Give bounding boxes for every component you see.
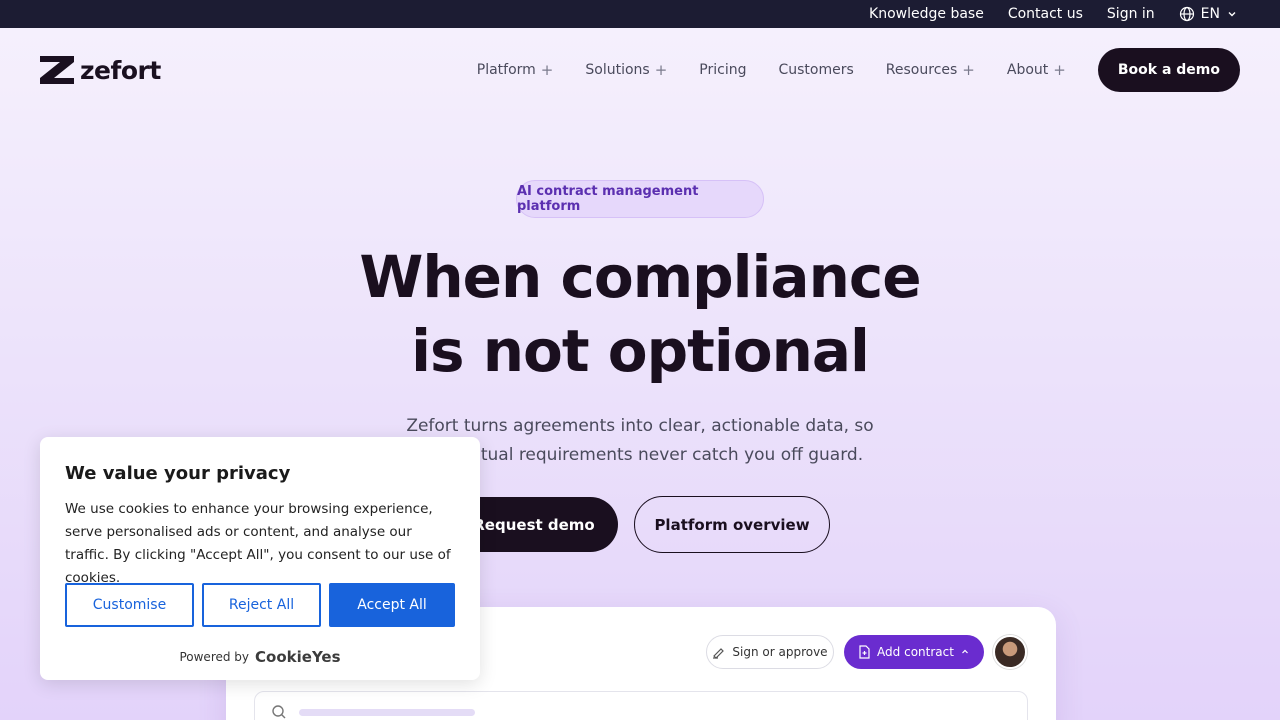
powered-by-label: Powered by [179, 650, 250, 664]
search-placeholder-bar [299, 709, 475, 716]
top-utility-bar: Knowledge base Contact us Sign in EN [0, 0, 1280, 28]
plus-icon: + [540, 61, 554, 79]
contract-search-bar[interactable] [254, 691, 1028, 720]
sign-or-approve-label: Sign or approve [732, 645, 828, 659]
signature-icon [713, 648, 725, 659]
plus-icon: + [962, 61, 975, 79]
powered-by: Powered by CookieYes [40, 648, 480, 666]
add-contract-button[interactable]: Add contract [844, 635, 984, 669]
nav-item-label: Platform [476, 62, 536, 78]
reject-all-button[interactable]: Reject All [202, 583, 321, 627]
sign-in-link[interactable]: Sign in [1107, 6, 1155, 22]
headline-line-1: When compliance [359, 243, 921, 311]
nav-item-pricing[interactable]: Pricing [699, 62, 746, 78]
knowledge-base-link[interactable]: Knowledge base [869, 6, 984, 22]
add-contract-label: Add contract [877, 645, 954, 659]
nav-item-label: Resources [885, 62, 958, 78]
chevron-down-icon [1226, 8, 1238, 20]
cookie-body: We use cookies to enhance your browsing … [65, 501, 451, 586]
globe-icon [1179, 6, 1195, 22]
cookie-buttons: Customise Reject All Accept All [65, 583, 455, 627]
nav-item-label: About [1006, 62, 1049, 78]
nav-item-label: Customers [778, 62, 854, 78]
chevron-up-icon [962, 649, 968, 654]
headline-line-2: is not optional [411, 317, 870, 385]
contact-us-link[interactable]: Contact us [1008, 6, 1083, 22]
document-plus-icon [859, 645, 870, 659]
zefort-logo[interactable]: zefort [40, 56, 161, 85]
nav-item-solutions[interactable]: Solutions + [585, 61, 667, 79]
sign-or-approve-button[interactable]: Sign or approve [706, 635, 834, 669]
nav-links: Platform + Solutions + Pricing Customers… [477, 48, 1240, 92]
nav-item-resources[interactable]: Resources + [886, 61, 975, 79]
platform-overview-button[interactable]: Platform overview [634, 496, 830, 553]
language-selector[interactable]: EN [1179, 6, 1238, 22]
hero-badge: AI contract management platform [516, 180, 764, 218]
cookie-title: We value your privacy [65, 463, 291, 484]
user-avatar[interactable] [993, 635, 1027, 669]
nav-item-customers[interactable]: Customers [778, 62, 853, 78]
logo-wordmark: zefort [80, 55, 161, 85]
plus-icon: + [1053, 61, 1066, 79]
customise-button[interactable]: Customise [65, 583, 194, 627]
language-label: EN [1200, 6, 1220, 22]
cookieyes-logo[interactable]: CookieYes [255, 648, 341, 666]
book-demo-button[interactable]: Book a demo [1097, 48, 1240, 92]
zefort-logo-icon [40, 56, 74, 84]
cookie-consent-banner: We value your privacy We use cookies to … [40, 437, 480, 680]
search-icon [272, 705, 286, 719]
nav-item-platform[interactable]: Platform + [477, 61, 554, 79]
nav-item-about[interactable]: About + [1007, 61, 1066, 79]
main-nav: zefort Platform + Solutions + Pricing Cu… [40, 48, 1240, 92]
nav-item-label: Pricing [699, 62, 747, 78]
nav-item-label: Solutions [585, 62, 650, 78]
plus-icon: + [654, 61, 668, 79]
hero-headline: When compliance is not optional [290, 240, 990, 388]
accept-all-button[interactable]: Accept All [329, 583, 455, 627]
